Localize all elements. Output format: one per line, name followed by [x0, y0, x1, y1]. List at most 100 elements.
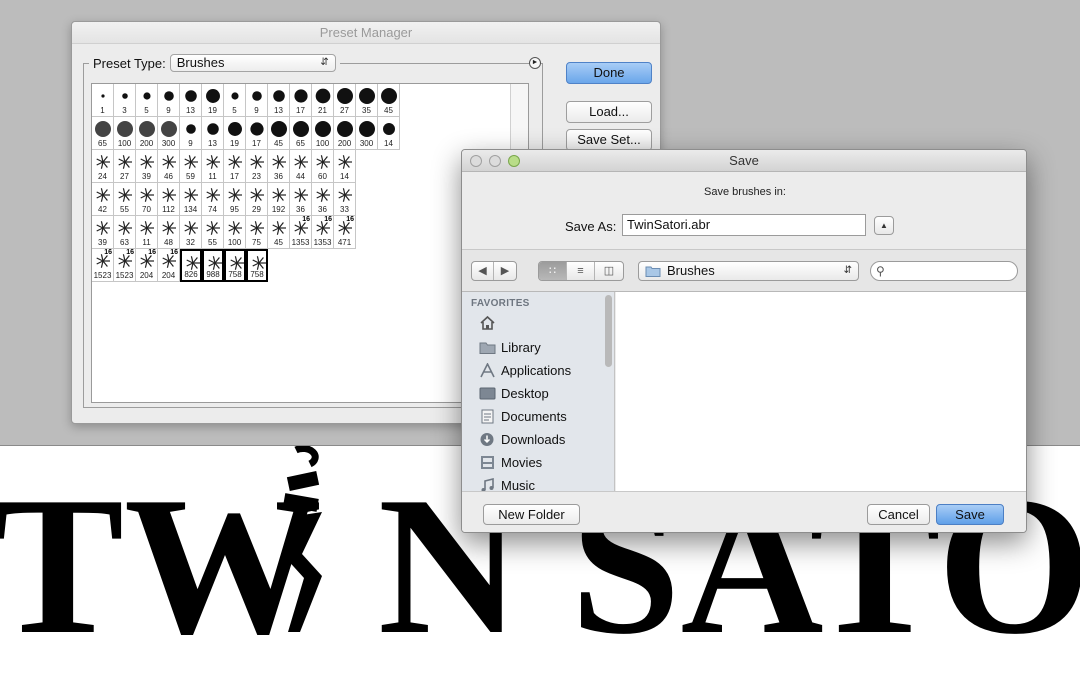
brush-preset[interactable]: 11 — [136, 216, 158, 249]
brush-preset[interactable]: 112 — [158, 183, 180, 216]
brush-preset[interactable]: 300 — [356, 117, 378, 150]
brush-preset[interactable]: 5 — [136, 84, 158, 117]
brush-preset[interactable]: 65 — [92, 117, 114, 150]
brush-preset[interactable]: 36 — [312, 183, 334, 216]
brush-preset[interactable]: 33 — [334, 183, 356, 216]
save-button[interactable]: Save — [936, 504, 1004, 525]
brush-preset[interactable]: 5 — [224, 84, 246, 117]
brush-size-label: 5 — [144, 106, 149, 115]
forward-arrow-icon[interactable]: ▶ — [494, 262, 516, 280]
brush-preset[interactable]: 55 — [114, 183, 136, 216]
brush-preset[interactable]: 27 — [114, 150, 136, 183]
brush-preset[interactable]: 63 — [114, 216, 136, 249]
location-popup[interactable]: Brushes ⇵ — [638, 261, 859, 281]
brush-preset[interactable]: 35 — [356, 84, 378, 117]
brush-preset[interactable]: 44 — [290, 150, 312, 183]
brush-preset[interactable]: 19 — [224, 117, 246, 150]
brush-preset[interactable]: 46 — [158, 150, 180, 183]
brush-preset[interactable]: 59 — [180, 150, 202, 183]
column-view-icon[interactable]: ◫ — [595, 262, 623, 280]
brush-preset[interactable]: 134 — [180, 183, 202, 216]
brush-preset[interactable]: 16 204 — [158, 249, 180, 282]
back-arrow-icon[interactable]: ◀ — [472, 262, 494, 280]
sidebar-item-music[interactable]: Music — [479, 475, 535, 491]
brush-preset[interactable]: 36 — [290, 183, 312, 216]
brush-preset[interactable]: 9 — [180, 117, 202, 150]
sidebar-item-applications[interactable]: Applications — [479, 360, 571, 380]
brush-preset[interactable]: 60 — [312, 150, 334, 183]
brush-preset[interactable]: 9 — [246, 84, 268, 117]
brush-preset[interactable]: 45 — [378, 84, 400, 117]
icon-view-icon[interactable]: ∷ — [539, 262, 567, 280]
brush-preset[interactable]: 17 — [224, 150, 246, 183]
brush-preset[interactable]: 74 — [202, 183, 224, 216]
brush-preset[interactable]: 21 — [312, 84, 334, 117]
brush-preset[interactable]: 24 — [92, 150, 114, 183]
brush-preset[interactable]: 48 — [158, 216, 180, 249]
sidebar-scrollbar[interactable] — [605, 295, 612, 367]
flyout-menu-icon[interactable]: ► — [529, 57, 541, 69]
brush-preset[interactable]: 3 — [114, 84, 136, 117]
brush-preset[interactable]: 13 — [268, 84, 290, 117]
brush-preset[interactable]: 17 — [246, 117, 268, 150]
brush-preset[interactable]: 95 — [224, 183, 246, 216]
sidebar-item-movies[interactable]: Movies — [479, 452, 542, 472]
brush-preset[interactable]: 192 — [268, 183, 290, 216]
brush-preset[interactable]: 16 1523 — [92, 249, 114, 282]
brush-preset[interactable]: 39 — [92, 216, 114, 249]
brush-preset[interactable]: 17 — [290, 84, 312, 117]
save-set-button[interactable]: Save Set... — [566, 129, 652, 151]
file-browser-pane[interactable] — [616, 292, 1026, 491]
brush-preset[interactable]: 11 — [202, 150, 224, 183]
expand-dialog-button[interactable]: ▲ — [874, 216, 894, 235]
brush-preset[interactable]: 16 1353 — [312, 216, 334, 249]
brush-preset[interactable]: 300 — [158, 117, 180, 150]
brush-preset[interactable]: 39 — [136, 150, 158, 183]
cancel-button[interactable]: Cancel — [867, 504, 930, 525]
brush-preset[interactable]: 14 — [334, 150, 356, 183]
sidebar-item-library[interactable]: Library — [479, 337, 541, 357]
brush-preset[interactable]: 36 — [268, 150, 290, 183]
sidebar-item-home[interactable] — [479, 312, 496, 332]
brush-preset[interactable]: 32 — [180, 216, 202, 249]
brush-preset[interactable]: 100 — [114, 117, 136, 150]
preset-type-select[interactable]: Brushes ⇵ — [169, 54, 336, 72]
brush-preset[interactable]: 27 — [334, 84, 356, 117]
brush-preset[interactable]: 16 471 — [334, 216, 356, 249]
sidebar-item-downloads[interactable]: Downloads — [479, 429, 565, 449]
brush-preset[interactable]: 758 — [224, 249, 246, 282]
brush-preset[interactable]: 19 — [202, 84, 224, 117]
list-view-icon[interactable]: ≡ — [567, 262, 595, 280]
brush-preset[interactable]: 13 — [202, 117, 224, 150]
brush-preset[interactable]: 55 — [202, 216, 224, 249]
brush-preset[interactable]: 45 — [268, 216, 290, 249]
sidebar-item-documents[interactable]: Documents — [479, 406, 567, 426]
brush-preset[interactable]: 42 — [92, 183, 114, 216]
brush-preset[interactable]: 16 1523 — [114, 249, 136, 282]
brush-preset[interactable]: 758 — [246, 249, 268, 282]
brush-preset[interactable]: 1 — [92, 84, 114, 117]
brush-preset[interactable]: 100 — [224, 216, 246, 249]
brush-preset[interactable]: 14 — [378, 117, 400, 150]
brush-preset[interactable]: 75 — [246, 216, 268, 249]
brush-preset[interactable]: 45 — [268, 117, 290, 150]
brush-preset[interactable]: 16 204 — [136, 249, 158, 282]
brush-preset[interactable]: 9 — [158, 84, 180, 117]
brush-preset[interactable]: 200 — [136, 117, 158, 150]
load-button[interactable]: Load... — [566, 101, 652, 123]
brush-preset[interactable]: 65 — [290, 117, 312, 150]
brush-preset[interactable]: 23 — [246, 150, 268, 183]
done-button[interactable]: Done — [566, 62, 652, 84]
brush-preset[interactable]: 16 1353 — [290, 216, 312, 249]
new-folder-button[interactable]: New Folder — [483, 504, 580, 525]
brush-preset[interactable]: 70 — [136, 183, 158, 216]
brush-preset[interactable]: 826 — [180, 249, 202, 282]
search-field[interactable]: ⚲ — [870, 261, 1018, 281]
brush-preset[interactable]: 100 — [312, 117, 334, 150]
sidebar-item-desktop[interactable]: Desktop — [479, 383, 549, 403]
brush-preset[interactable]: 988 — [202, 249, 224, 282]
save-as-field[interactable]: TwinSatori.abr — [622, 214, 866, 236]
brush-preset[interactable]: 13 — [180, 84, 202, 117]
brush-preset[interactable]: 200 — [334, 117, 356, 150]
brush-preset[interactable]: 29 — [246, 183, 268, 216]
